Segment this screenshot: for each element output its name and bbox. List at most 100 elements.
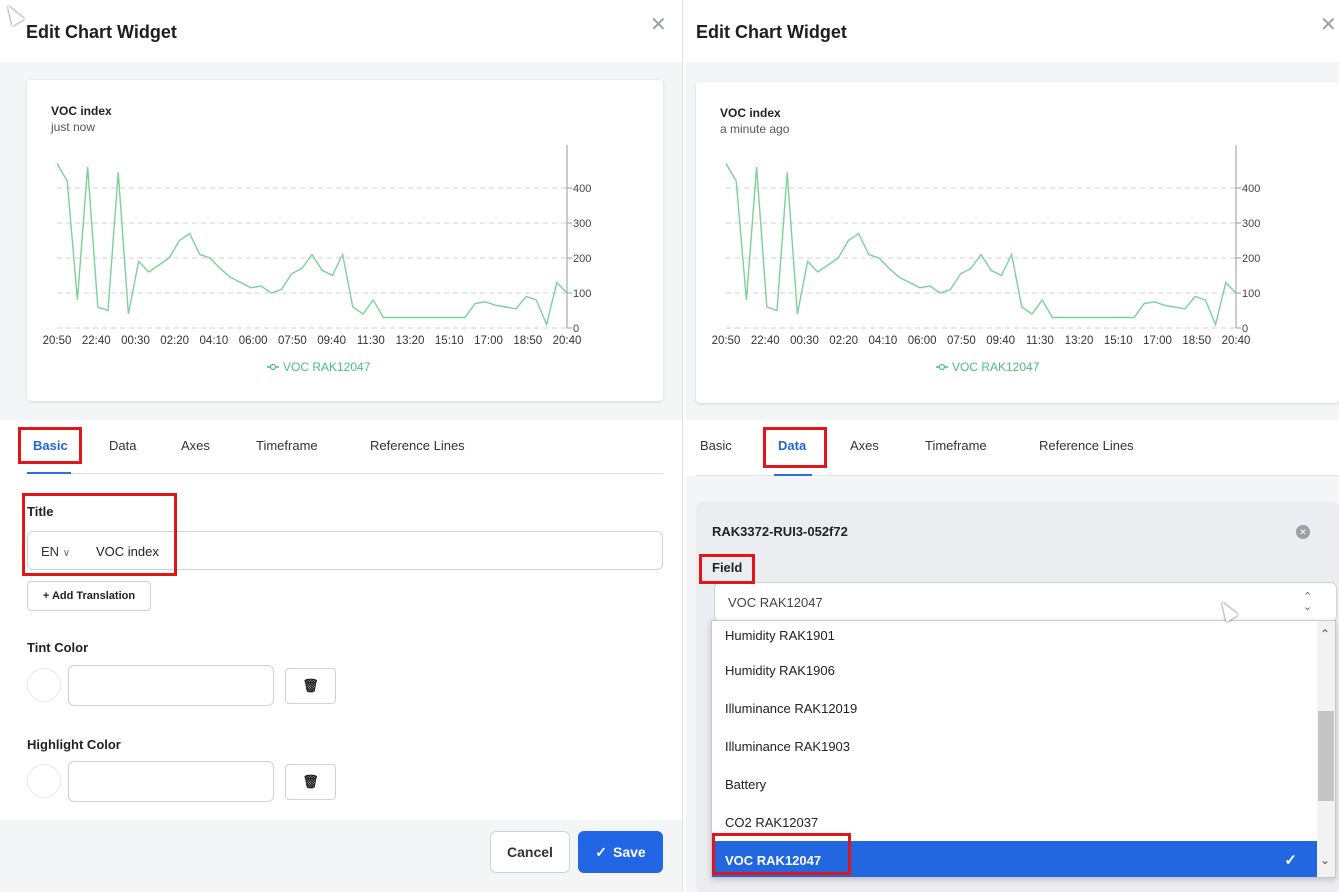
x-tick-label: 02:20	[160, 335, 189, 347]
x-tick-label: 02:20	[829, 335, 858, 347]
chart-preview: VOC index a minute ago 0 100 200 300 400 20:5…	[696, 82, 1339, 403]
field-select[interactable]: VOC RAK12047 ⌃ ⌄	[714, 582, 1337, 622]
y-tick-label: 300	[573, 218, 591, 230]
tab-timeframe[interactable]: Timeframe	[256, 438, 318, 453]
updown-chevron-icon: ⌃ ⌄	[1303, 591, 1313, 613]
legend-marker-dot	[269, 363, 277, 371]
x-tick-label: 04:10	[869, 335, 898, 347]
save-label: Save	[613, 844, 646, 860]
x-tick-label: 18:50	[1182, 335, 1211, 347]
y-tick-label: 100	[1242, 288, 1260, 300]
dialog-title: Edit Chart Widget	[696, 22, 847, 42]
x-tick-label: 04:10	[200, 335, 229, 347]
remove-source-icon[interactable]: ✕	[1296, 525, 1310, 539]
option-illuminance-rak1903[interactable]: Illuminance RAK1903	[712, 727, 1317, 765]
x-tick-label: 07:50	[278, 335, 307, 347]
highlight-box-basic-tab	[18, 427, 82, 464]
dialog-header: Edit Chart Widget ✕	[0, 0, 682, 62]
option-humidity-rak1906[interactable]: Humidity RAK1906	[712, 651, 1317, 689]
legend-marker-dot	[938, 363, 946, 371]
tint-delete-button[interactable]: 🗑	[285, 668, 336, 704]
left-dialog: Edit Chart Widget ✕ VOC index just now 0…	[0, 0, 683, 892]
highlight-box-title	[22, 493, 177, 576]
chart-preview: VOC index just now 0 100 200 300 400 20:50 22:…	[27, 80, 663, 401]
highlight-delete-button[interactable]: 🗑	[285, 764, 336, 800]
x-tick-label: 13:20	[1065, 335, 1094, 347]
x-tick-label: 09:40	[317, 335, 346, 347]
option-humidity-rak1901[interactable]: Humidity RAK1901	[712, 621, 1317, 654]
y-tick-label: 400	[1242, 183, 1260, 195]
close-icon[interactable]: ✕	[650, 12, 667, 37]
close-icon[interactable]: ✕	[1320, 12, 1337, 37]
x-tick-label: 06:00	[908, 335, 937, 347]
highlight-color-input[interactable]	[68, 761, 274, 802]
x-tick-label: 20:40	[553, 335, 582, 347]
tab-timeframe[interactable]: Timeframe	[925, 438, 987, 453]
trash-icon: 🗑	[302, 678, 319, 693]
x-tick-label: 09:40	[986, 335, 1015, 347]
dropdown-scrollbar[interactable]: ⌃ ⌄	[1317, 621, 1335, 877]
y-tick-label: 400	[573, 183, 591, 195]
highlight-box-data-tab	[763, 427, 827, 468]
legend-label: VOC RAK12047	[283, 360, 371, 374]
tint-color-input[interactable]	[68, 665, 274, 706]
tab-bar: Basic Data Axes Timeframe Reference Line…	[0, 420, 682, 476]
legend-label: VOC RAK12047	[952, 360, 1040, 374]
scroll-up-icon[interactable]: ⌃	[1320, 627, 1330, 641]
active-tab-underline	[774, 474, 812, 476]
tab-reference-lines[interactable]: Reference Lines	[370, 438, 465, 453]
highlight-color-swatch[interactable]	[27, 764, 61, 798]
active-tab-underline	[27, 472, 71, 474]
tab-axes[interactable]: Axes	[850, 438, 879, 453]
field-select-value: VOC RAK12047	[728, 595, 823, 610]
x-tick-label: 06:00	[239, 335, 268, 347]
tab-basic[interactable]: Basic	[700, 438, 732, 453]
option-battery[interactable]: Battery	[712, 765, 1317, 803]
trash-icon: 🗑	[302, 774, 319, 789]
x-tick-label: 20:50	[43, 335, 72, 347]
tab-data[interactable]: Data	[109, 438, 136, 453]
dialog-header: Edit Chart Widget ✕	[686, 0, 1339, 62]
x-tick-label: 15:10	[1104, 335, 1133, 347]
tab-axes[interactable]: Axes	[181, 438, 210, 453]
x-tick-label: 15:10	[435, 335, 464, 347]
right-dialog: Edit Chart Widget ✕ VOC index a minute a…	[686, 0, 1339, 892]
scroll-down-icon[interactable]: ⌄	[1320, 853, 1330, 867]
y-tick-label: 200	[573, 253, 591, 265]
save-button[interactable]: ✓ Save	[578, 831, 663, 873]
x-tick-label: 17:00	[474, 335, 503, 347]
tint-color-swatch[interactable]	[27, 668, 61, 702]
x-tick-label: 20:50	[712, 335, 741, 347]
check-icon: ✓	[595, 843, 608, 860]
tint-color-label: Tint Color	[27, 640, 89, 655]
x-tick-label: 13:20	[396, 335, 425, 347]
device-name: RAK3372-RUI3-052f72	[712, 524, 848, 539]
x-tick-label: 17:00	[1143, 335, 1172, 347]
highlight-box-field	[699, 554, 755, 584]
x-tick-label: 18:50	[513, 335, 542, 347]
highlight-color-label: Highlight Color	[27, 737, 121, 752]
option-illuminance-rak12019[interactable]: Illuminance RAK12019	[712, 689, 1317, 727]
x-tick-label: 00:30	[790, 335, 819, 347]
y-tick-label: 0	[573, 323, 579, 335]
y-tick-label: 100	[573, 288, 591, 300]
y-tick-label: 0	[1242, 323, 1248, 335]
x-tick-label: 07:50	[947, 335, 976, 347]
add-translation-button[interactable]: + Add Translation	[27, 581, 151, 611]
x-tick-label: 00:30	[121, 335, 150, 347]
voc-line-chart: 0 100 200 300 400 20:50 22:40 00:30 02:20 04:10 06…	[43, 145, 591, 374]
y-tick-label: 300	[1242, 218, 1260, 230]
scrollbar-thumb[interactable]	[1318, 711, 1334, 801]
x-tick-label: 22:40	[751, 335, 780, 347]
cancel-button[interactable]: Cancel	[490, 831, 570, 873]
tab-divider	[27, 473, 663, 474]
y-tick-label: 200	[1242, 253, 1260, 265]
voc-line-chart: 0 100 200 300 400 20:50 22:40 00:30 02:20 04:10 06…	[712, 145, 1260, 374]
x-tick-label: 11:30	[357, 335, 385, 347]
tab-reference-lines[interactable]: Reference Lines	[1039, 438, 1134, 453]
x-tick-label: 22:40	[82, 335, 111, 347]
dialog-footer: Cancel ✓ Save	[0, 820, 682, 892]
x-tick-label: 11:30	[1026, 335, 1054, 347]
highlight-box-voc-option	[712, 833, 851, 875]
dialog-title: Edit Chart Widget	[26, 22, 177, 42]
